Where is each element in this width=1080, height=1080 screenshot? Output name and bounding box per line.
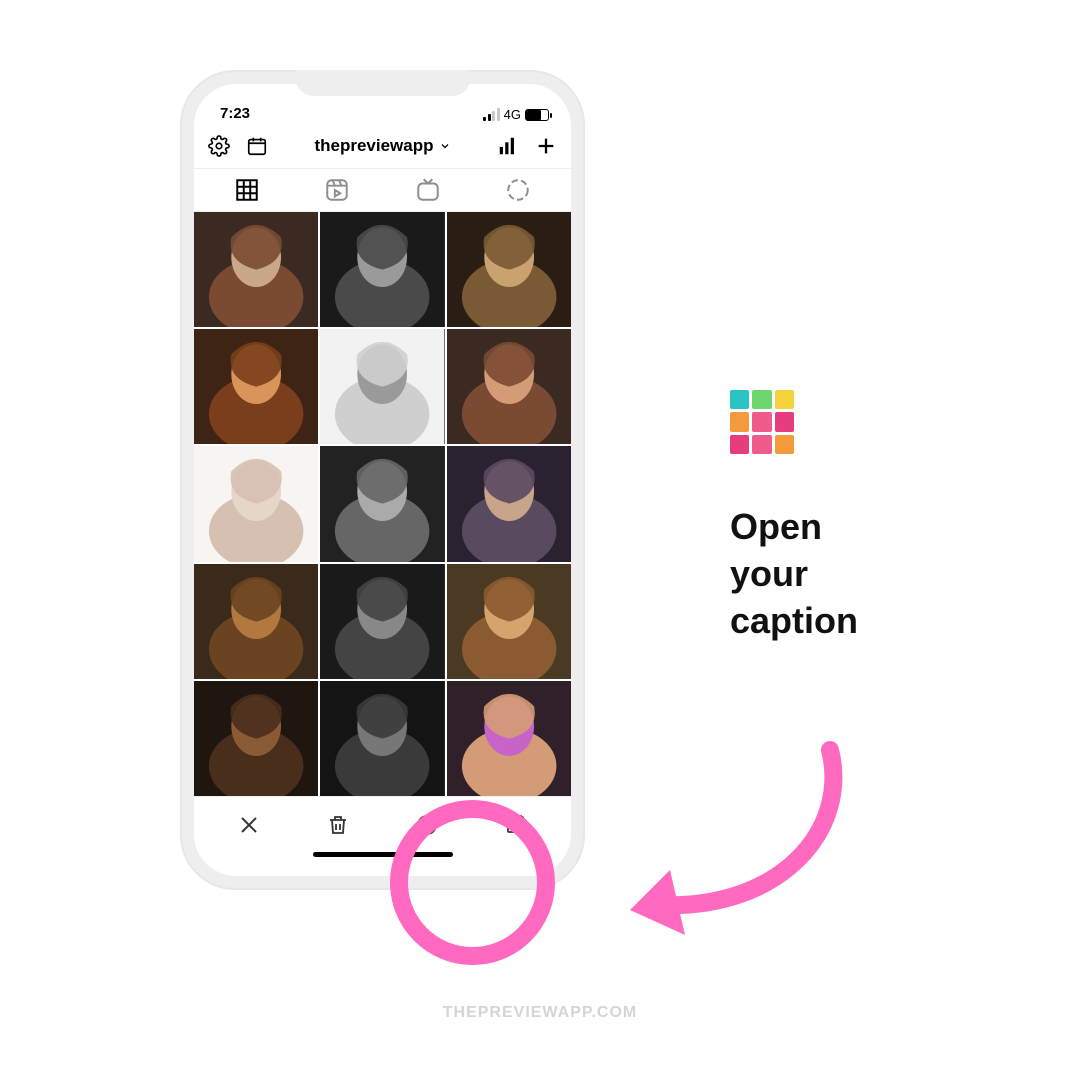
analytics-icon[interactable] bbox=[497, 135, 519, 157]
feed-tile[interactable] bbox=[447, 446, 571, 561]
feed-tile[interactable] bbox=[194, 329, 318, 444]
feed-tile[interactable] bbox=[320, 329, 444, 444]
app-logo bbox=[730, 390, 794, 454]
phone-mockup: 7:23 4G thepreviewapp bbox=[180, 70, 585, 890]
arrow-annotation bbox=[600, 730, 860, 950]
feed-tile[interactable] bbox=[447, 564, 571, 679]
watermark: THEPREVIEWAPP.COM bbox=[443, 1004, 638, 1022]
app-screen: 7:23 4G thepreviewapp bbox=[194, 84, 571, 876]
feed-tile[interactable] bbox=[447, 212, 571, 327]
account-switcher[interactable]: thepreviewapp bbox=[314, 136, 450, 156]
feed-tile[interactable] bbox=[447, 681, 571, 796]
phone-notch bbox=[295, 70, 470, 96]
feed-tile[interactable] bbox=[194, 446, 318, 561]
feed-grid bbox=[194, 212, 571, 796]
settings-icon[interactable] bbox=[208, 135, 230, 157]
feed-tile[interactable] bbox=[320, 212, 444, 327]
feed-tile[interactable] bbox=[320, 446, 444, 561]
instruction-line-2: your bbox=[730, 551, 980, 598]
close-icon[interactable] bbox=[237, 813, 261, 837]
account-name: thepreviewapp bbox=[314, 136, 433, 156]
grid-tab-icon[interactable] bbox=[234, 177, 260, 203]
status-network: 4G bbox=[504, 107, 521, 122]
highlight-circle bbox=[390, 800, 555, 965]
feed-tile[interactable] bbox=[194, 564, 318, 679]
instruction-text: Open your caption bbox=[730, 504, 980, 644]
feed-tile[interactable] bbox=[194, 212, 318, 327]
signal-icon bbox=[483, 108, 500, 121]
feed-tile[interactable] bbox=[320, 564, 444, 679]
feed-tile[interactable] bbox=[194, 681, 318, 796]
add-icon[interactable] bbox=[535, 135, 557, 157]
status-time: 7:23 bbox=[220, 105, 250, 122]
calendar-icon[interactable] bbox=[246, 135, 268, 157]
chevron-down-icon bbox=[439, 140, 451, 152]
reels-tab-icon[interactable] bbox=[324, 177, 350, 203]
app-toolbar: thepreviewapp bbox=[194, 124, 571, 168]
feed-tile[interactable] bbox=[447, 329, 571, 444]
instruction-line-3: caption bbox=[730, 598, 980, 645]
feed-tile[interactable] bbox=[320, 681, 444, 796]
story-tab-icon[interactable] bbox=[505, 177, 531, 203]
igtv-tab-icon[interactable] bbox=[415, 177, 441, 203]
instruction-line-1: Open bbox=[730, 504, 980, 551]
instruction-panel: Open your caption bbox=[730, 390, 980, 644]
trash-icon[interactable] bbox=[326, 813, 350, 837]
battery-icon bbox=[525, 109, 549, 121]
feed-tabs bbox=[194, 168, 571, 212]
